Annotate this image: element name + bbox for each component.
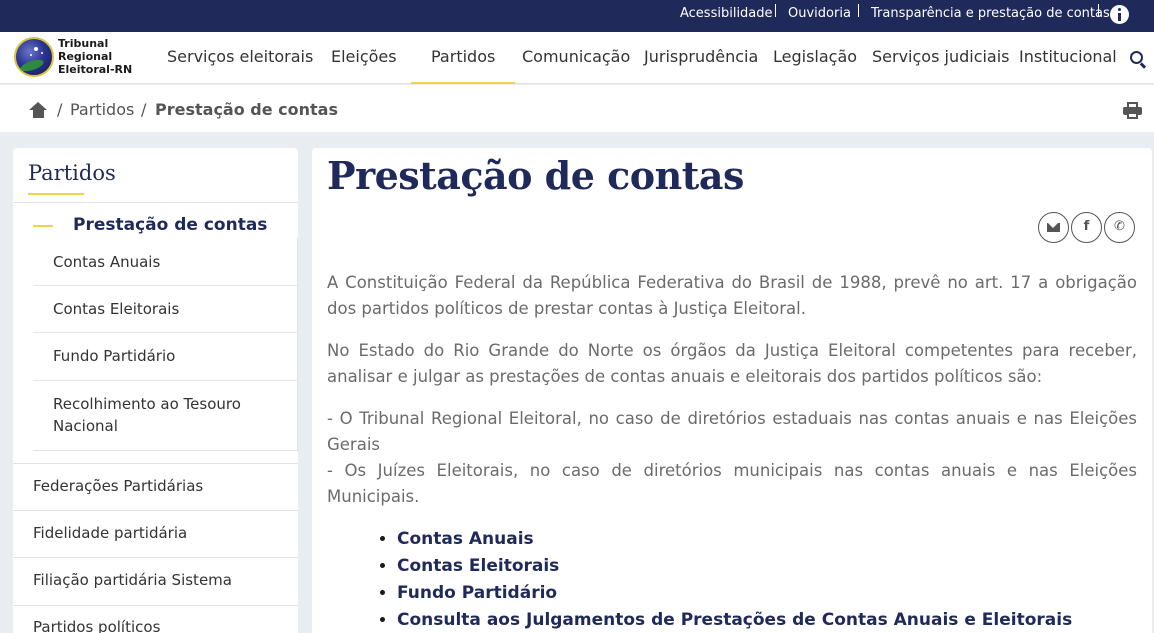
submenu-divider xyxy=(33,285,298,286)
search-icon[interactable] xyxy=(1130,51,1143,64)
sidebar-divider xyxy=(13,557,298,558)
utility-separator xyxy=(775,4,776,17)
sidebar-divider xyxy=(13,463,298,464)
ombudsman-link[interactable]: Ouvidoria xyxy=(788,6,851,21)
competence-paragraph: No Estado do Rio Grande do Norte os órgã… xyxy=(327,341,1137,386)
page-title: Prestação de contas xyxy=(327,153,744,198)
sidebar-item-prestacao-de-contas[interactable]: Prestação de contas xyxy=(73,215,267,235)
sidebar-subitem-fundo-partidario[interactable]: Fundo Partidário xyxy=(53,345,283,367)
link-contas-anuais[interactable]: Contas Anuais xyxy=(397,526,1072,553)
sidebar-subitem-recolhimento[interactable]: Recolhimento ao Tesouro Nacional xyxy=(53,393,263,437)
sidebar-item-fidelidade[interactable]: Fidelidade partidária xyxy=(33,524,187,542)
nav-servicos-eleitorais[interactable]: Serviços eleitorais xyxy=(167,47,313,66)
facebook-icon: f xyxy=(1083,219,1090,234)
juizes-paragraph: - Os Juízes Eleitorais, no caso de diret… xyxy=(327,461,1137,506)
nav-jurisprudencia[interactable]: Jurisprudência xyxy=(644,47,758,66)
link-contas-eleitorais[interactable]: Contas Eleitorais xyxy=(397,553,1072,580)
breadcrumb-separator: / xyxy=(57,100,63,119)
sidebar-divider xyxy=(13,510,298,511)
info-icon[interactable] xyxy=(1110,5,1129,24)
sidebar-item-filiacao[interactable]: Filiação partidária Sistema xyxy=(33,571,232,589)
nav-institucional[interactable]: Institucional xyxy=(1019,47,1117,66)
print-icon[interactable] xyxy=(1123,102,1142,119)
submenu-divider xyxy=(33,380,298,381)
sidebar-divider xyxy=(13,605,298,606)
sidebar-title: Partidos xyxy=(28,161,116,185)
sidebar-title-underline xyxy=(28,193,84,195)
link-consulta-julgamentos[interactable]: Consulta aos Julgamentos de Prestações d… xyxy=(397,607,1072,633)
nav-comunicacao[interactable]: Comunicação xyxy=(522,47,630,66)
whatsapp-icon: ✆ xyxy=(1114,219,1125,234)
home-icon[interactable] xyxy=(29,102,48,118)
sidebar-subitem-contas-anuais[interactable]: Contas Anuais xyxy=(53,251,283,273)
sidebar-item-federacoes[interactable]: Federações Partidárias xyxy=(33,477,203,495)
brand-name[interactable]: Tribunal Regional Eleitoral-RN xyxy=(58,37,132,76)
share-facebook-button[interactable]: f xyxy=(1071,212,1102,243)
main-nav: Tribunal Regional Eleitoral-RN Serviços … xyxy=(0,32,1154,84)
transparency-link[interactable]: Transparência e prestação de contas xyxy=(871,6,1110,21)
sidebar-item-partidos-politicos[interactable]: Partidos políticos xyxy=(33,618,160,633)
submenu-divider xyxy=(33,332,298,333)
nav-legislacao[interactable]: Legislação xyxy=(773,47,857,66)
tre-paragraph: - O Tribunal Regional Eleitoral, no caso… xyxy=(327,409,1137,454)
link-fundo-partidario[interactable]: Fundo Partidário xyxy=(397,580,1072,607)
sidebar-subitem-contas-eleitorais[interactable]: Contas Eleitorais xyxy=(53,298,283,320)
utility-bar: Acessibilidade Ouvidoria Transparência e… xyxy=(0,0,1154,32)
nav-eleicoes[interactable]: Eleições xyxy=(331,47,397,66)
breadcrumb-separator: / xyxy=(141,100,147,119)
sidebar: Partidos Prestação de contas Contas Anua… xyxy=(13,148,298,633)
nav-servicos-judiciais[interactable]: Serviços judiciais xyxy=(872,47,1010,66)
main-content: Prestação de contas f ✆ A Constituição F… xyxy=(312,148,1152,633)
sidebar-divider xyxy=(13,202,298,203)
share-email-button[interactable] xyxy=(1038,212,1069,243)
related-links-list: Contas Anuais Contas Eleitorais Fundo Pa… xyxy=(382,526,1072,633)
share-whatsapp-button[interactable]: ✆ xyxy=(1104,212,1135,243)
intro-paragraph: A Constituição Federal da República Fede… xyxy=(327,273,1137,318)
sidebar-submenu: Contas Anuais Contas Eleitorais Fundo Pa… xyxy=(33,238,298,451)
breadcrumb-partidos[interactable]: Partidos xyxy=(70,100,134,119)
utility-separator xyxy=(858,4,859,17)
tre-rn-logo-icon[interactable] xyxy=(14,37,54,77)
nav-partidos[interactable]: Partidos xyxy=(410,47,516,84)
breadcrumb-current: Prestação de contas xyxy=(155,100,338,119)
envelope-icon xyxy=(1047,223,1060,232)
utility-separator xyxy=(1098,4,1099,17)
accessibility-link[interactable]: Acessibilidade xyxy=(680,6,773,21)
active-item-marker xyxy=(33,225,53,227)
breadcrumb: / Partidos / Prestação de contas xyxy=(0,85,1154,132)
